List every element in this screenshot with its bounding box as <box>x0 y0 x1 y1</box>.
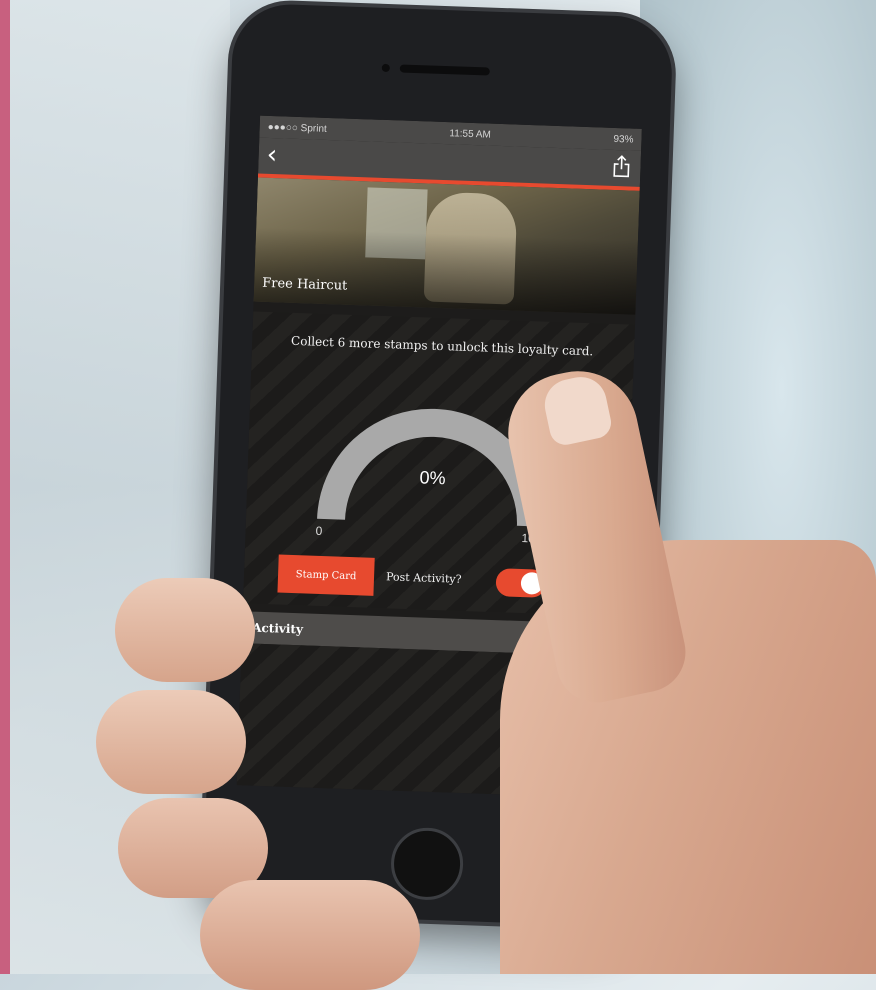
stamps-remaining-message: Collect 6 more stamps to unlock this loy… <box>290 333 594 359</box>
home-button[interactable] <box>389 826 465 902</box>
stamp-card-button[interactable]: Stamp Card <box>277 554 375 596</box>
back-button[interactable]: ‹ <box>266 139 278 171</box>
hand-finger <box>115 578 255 682</box>
hand-finger <box>96 690 246 794</box>
gauge-min-label: 0 <box>315 523 323 538</box>
share-icon <box>613 155 630 178</box>
clock-label: 11:55 AM <box>449 127 492 141</box>
battery-label: 93% <box>613 133 634 146</box>
hero-overlay <box>253 177 640 315</box>
reward-hero-image: Free Haircut <box>253 177 640 315</box>
post-activity-label: Post Activity? <box>385 570 462 586</box>
page-edge-bar <box>0 0 10 974</box>
earpiece <box>399 64 490 76</box>
front-camera <box>381 63 390 73</box>
carrier-label: ●●●○○ Sprint <box>267 121 327 135</box>
activity-title: Activity <box>251 620 304 637</box>
share-button[interactable] <box>612 154 631 179</box>
chevron-left-icon: ‹ <box>266 139 278 171</box>
reward-title: Free Haircut <box>261 275 348 294</box>
